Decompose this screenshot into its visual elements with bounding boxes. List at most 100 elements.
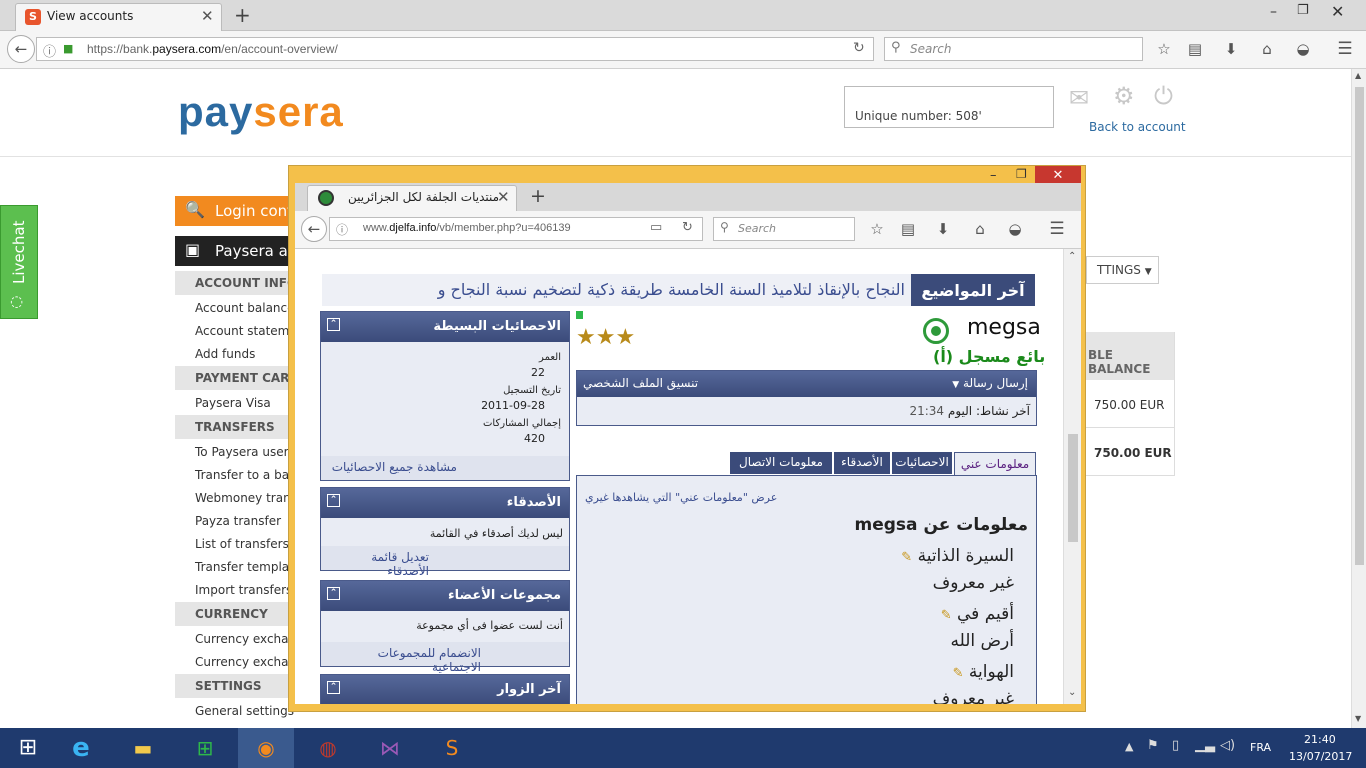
latest-topics-label: آخر المواضيع: [911, 274, 1035, 306]
tray-network-icon[interactable]: ▁▃: [1195, 738, 1215, 753]
tab-statistics[interactable]: الاحصائيات: [892, 452, 952, 474]
tray-device-icon[interactable]: ▯: [1172, 738, 1179, 753]
start-button[interactable]: ⊞: [0, 728, 56, 768]
collapse-icon[interactable]: ⌃: [327, 681, 340, 694]
scroll-up-icon[interactable]: ⌃: [1068, 251, 1076, 262]
reload-icon[interactable]: ↻: [853, 40, 865, 56]
groups-header: مجموعات الأعضاء ⌃: [321, 581, 569, 611]
latest-topic-link[interactable]: النجاح بالإنقاذ لتلاميذ السنة الخامسة طر…: [438, 280, 905, 299]
scroll-thumb[interactable]: [1355, 87, 1364, 565]
about-view-link[interactable]: عرض "معلومات عني" التي يشاهدها غيري: [585, 491, 777, 504]
power-icon[interactable]: ⏻: [1154, 82, 1173, 110]
collapse-icon[interactable]: ⌃: [327, 318, 340, 331]
collapse-icon[interactable]: ⌃: [327, 587, 340, 600]
menu-icon[interactable]: ☰: [1333, 39, 1357, 59]
back-to-account-link[interactable]: Back to account: [1089, 120, 1186, 134]
settings-dropdown[interactable]: TTINGS ▼: [1086, 256, 1159, 284]
reader-view-icon[interactable]: ▭: [650, 220, 662, 235]
reload-icon[interactable]: ↻: [682, 220, 693, 235]
download-icon[interactable]: ⬇: [931, 220, 955, 238]
pocket-icon[interactable]: ◒: [1003, 220, 1027, 238]
pocket-icon[interactable]: ◒: [1291, 40, 1315, 58]
new-tab-button[interactable]: +: [234, 3, 251, 27]
win2-tab[interactable]: منتديات الجلفة لكل الجزائريين ✕: [307, 185, 517, 211]
send-message-button[interactable]: ▼ إرسال رسالة: [952, 376, 1028, 390]
win2-back-button[interactable]: ←: [301, 216, 327, 242]
visual-studio-icon[interactable]: ⋈: [362, 728, 418, 768]
pencil-icon[interactable]: ✎: [953, 666, 964, 681]
scroll-thumb[interactable]: [1068, 434, 1078, 542]
pencil-icon[interactable]: ✎: [901, 550, 912, 565]
bookmarks-list-icon[interactable]: ▤: [1183, 40, 1207, 58]
tray-date[interactable]: 13/07/2017: [1289, 750, 1352, 763]
sidebar-item[interactable]: List of transfers: [195, 537, 289, 551]
join-groups-link[interactable]: الانضمام للمجموعات الاجتماعية: [321, 642, 569, 674]
firefox-icon[interactable]: ◉: [238, 728, 294, 768]
sidebar-item[interactable]: Account balance: [195, 301, 295, 315]
bookmarks-list-icon[interactable]: ▤: [896, 220, 920, 238]
win2-minimize-button[interactable]: –: [990, 168, 997, 183]
collapse-icon[interactable]: ⌃: [327, 494, 340, 507]
tray-time[interactable]: 21:40: [1304, 733, 1336, 746]
member-title: بائع مسجل (أ): [933, 347, 1046, 366]
tray-language[interactable]: FRA: [1250, 741, 1271, 754]
scroll-down-icon[interactable]: ▼: [1355, 714, 1361, 723]
mail-icon[interactable]: ✉: [1069, 84, 1089, 112]
home-icon[interactable]: ⌂: [968, 220, 992, 238]
tray-chevron-icon[interactable]: ▲: [1125, 740, 1133, 753]
search-box[interactable]: ⚲ Search: [884, 37, 1143, 61]
sidebar-item[interactable]: Paysera Visa: [195, 396, 271, 410]
info-icon[interactable]: ⓘ: [43, 41, 56, 60]
paysera-logo[interactable]: paysera: [178, 88, 344, 136]
maximize-button[interactable]: ❐: [1297, 3, 1309, 18]
close-window-button[interactable]: ✕: [1331, 2, 1344, 21]
url-bar[interactable]: ⓘ ■ https://bank.paysera.com/en/account-…: [36, 37, 874, 61]
view-all-stats-link[interactable]: مشاهدة جميع الاحصائيات: [321, 456, 569, 480]
tab-about-me[interactable]: معلومات عني: [954, 452, 1036, 476]
internet-explorer-icon[interactable]: e: [53, 728, 109, 768]
tab-close-icon[interactable]: ✕: [201, 7, 214, 25]
scroll-down-icon[interactable]: ⌄: [1068, 687, 1076, 698]
sidebar-item[interactable]: Transfer to a ban: [195, 468, 297, 482]
sublime-text-icon[interactable]: S: [424, 728, 480, 768]
sidebar-item[interactable]: Transfer template: [195, 560, 301, 574]
win2-maximize-button[interactable]: ❐: [1016, 167, 1027, 181]
tab-contact-info[interactable]: معلومات الاتصال: [730, 452, 832, 474]
scroll-up-icon[interactable]: ▲: [1355, 71, 1361, 80]
home-icon[interactable]: ⌂: [1255, 40, 1279, 58]
download-icon[interactable]: ⬇: [1219, 40, 1243, 58]
last-activity-label: آخر نشاط:: [975, 404, 1030, 418]
menu-icon[interactable]: ☰: [1045, 219, 1069, 239]
sidebar-item[interactable]: Payza transfer: [195, 514, 281, 528]
bookmark-star-icon[interactable]: ☆: [1152, 40, 1176, 58]
tab-friends[interactable]: الأصدقاء: [834, 452, 890, 474]
minimize-button[interactable]: –: [1270, 4, 1277, 20]
bookmark-star-icon[interactable]: ☆: [865, 220, 889, 238]
profile-format-link[interactable]: تنسيق الملف الشخصي: [583, 376, 698, 390]
sidebar-item[interactable]: Import transfers: [195, 583, 292, 597]
page-scrollbar[interactable]: ▲ ▼: [1351, 69, 1366, 728]
file-explorer-icon[interactable]: ▬: [115, 728, 171, 768]
win2-url-bar[interactable]: ⓘ www.djelfa.info/vb/member.php?u=406139…: [329, 217, 703, 241]
pencil-icon[interactable]: ✎: [941, 608, 952, 623]
gear-icon[interactable]: ⚙: [1113, 82, 1135, 110]
tray-flag-icon[interactable]: ⚑: [1147, 738, 1159, 753]
info-icon[interactable]: ⓘ: [336, 221, 348, 238]
url-text: https://bank.paysera.com/en/account-over…: [87, 42, 338, 56]
edit-friends-link[interactable]: تعديل قائمة الأصدقاء: [321, 546, 569, 578]
store-icon[interactable]: ⊞: [177, 728, 233, 768]
livechat-tab[interactable]: Livechat ◌: [0, 205, 38, 319]
sidebar-item[interactable]: To Paysera user: [195, 445, 289, 459]
win2-new-tab-button[interactable]: +: [530, 185, 546, 207]
win2-search-box[interactable]: ⚲ Search: [713, 217, 855, 241]
tab-view-accounts[interactable]: S View accounts ✕: [15, 3, 222, 31]
tray-volume-icon[interactable]: ◁): [1220, 738, 1235, 753]
win2-tab-close-icon[interactable]: ✕: [497, 188, 510, 206]
win2-scrollbar[interactable]: ⌃ ⌄: [1063, 249, 1081, 704]
media-app-icon[interactable]: ◍: [300, 728, 356, 768]
sidebar-item[interactable]: General settings: [195, 704, 294, 718]
logo-sera: sera: [253, 88, 344, 135]
sidebar-item[interactable]: Webmoney trans: [195, 491, 297, 505]
sidebar-item[interactable]: Add funds: [195, 347, 255, 361]
back-button[interactable]: ←: [7, 35, 35, 63]
